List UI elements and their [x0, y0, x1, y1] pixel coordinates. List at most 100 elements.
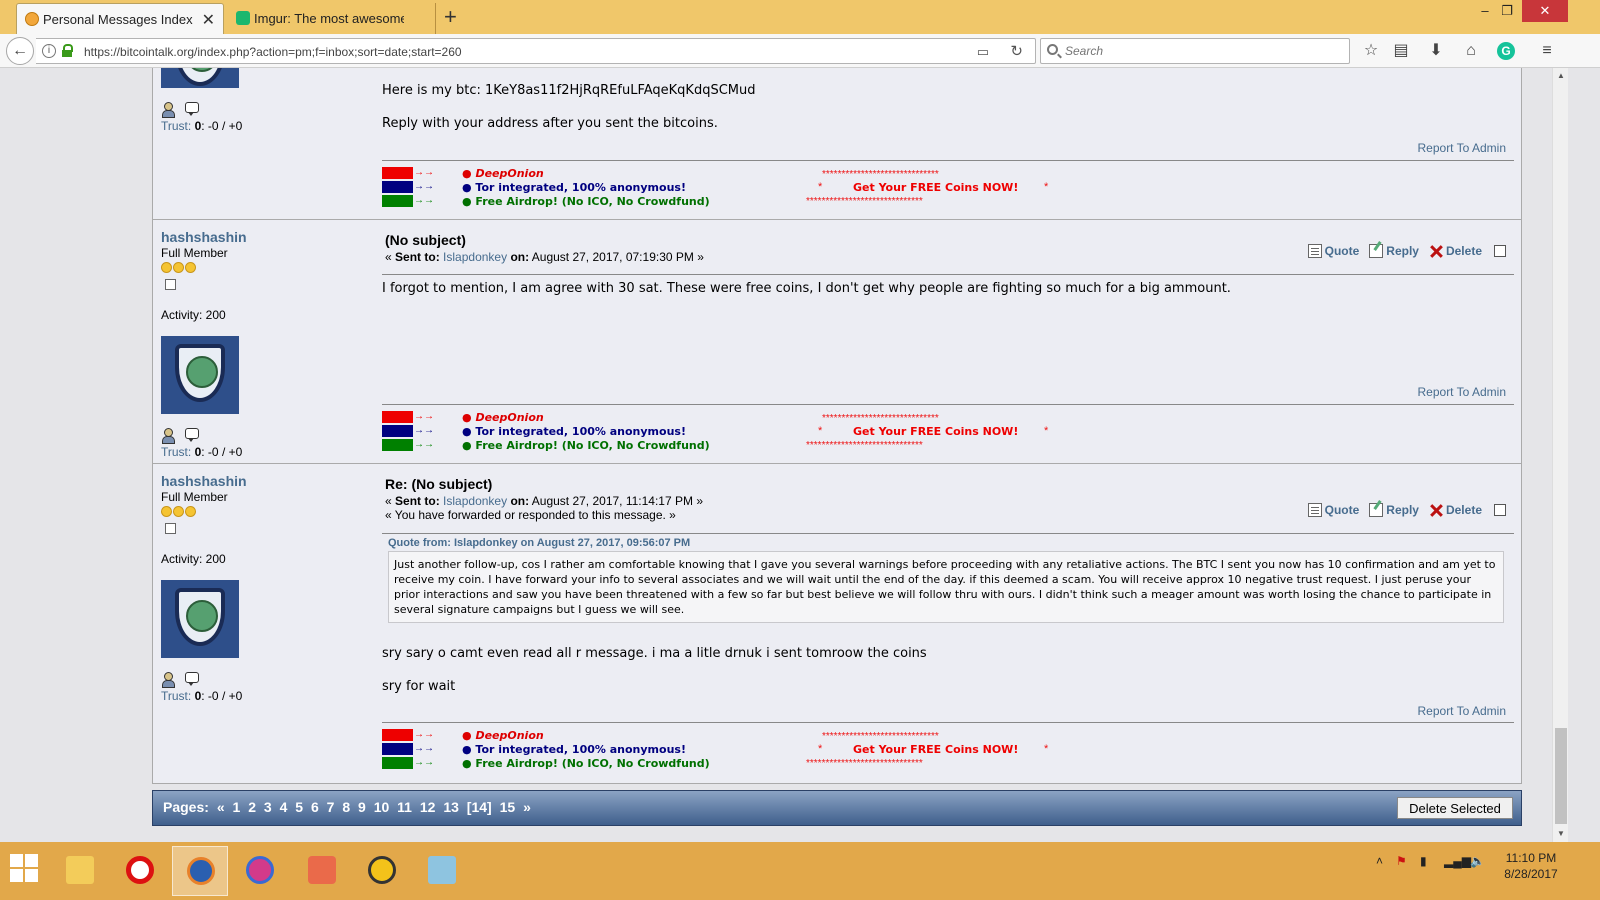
- battery-icon[interactable]: ▮: [1420, 854, 1427, 868]
- page-link[interactable]: 4: [280, 799, 288, 815]
- signal-icon[interactable]: ▂▄▆: [1444, 854, 1471, 868]
- page-link[interactable]: 8: [342, 799, 350, 815]
- opera-icon[interactable]: [112, 846, 168, 896]
- message-icon[interactable]: [184, 428, 199, 442]
- quote-button[interactable]: Quote: [1307, 244, 1359, 258]
- download-arrow-icon[interactable]: ⬇: [1425, 40, 1447, 62]
- reply-button[interactable]: Reply: [1369, 244, 1419, 258]
- windows-start-icon[interactable]: [10, 854, 40, 884]
- star-border-bottom: ******************************: [806, 440, 923, 451]
- home-icon[interactable]: ⌂: [1460, 40, 1482, 62]
- file-explorer-icon[interactable]: [52, 846, 108, 896]
- rank-stars: [161, 262, 371, 274]
- profile-icon[interactable]: [161, 672, 175, 688]
- message-icon[interactable]: [184, 102, 199, 116]
- signature-link-tor[interactable]: ● Tor integrated, 100% anonymous!: [462, 181, 686, 194]
- scrollbar-thumb[interactable]: [1555, 728, 1567, 824]
- scroll-down-icon[interactable]: ▼: [1553, 826, 1569, 842]
- signature-link-tor[interactable]: ● Tor integrated, 100% anonymous!: [462, 743, 686, 756]
- reader-view-icon[interactable]: ▭: [977, 44, 989, 60]
- free-coins-link[interactable]: Get Your FREE Coins NOW!: [853, 181, 1018, 194]
- info-icon[interactable]: i: [42, 44, 56, 58]
- signature-link-airdrop[interactable]: ● Free Airdrop! (No ICO, No Crowdfund): [462, 757, 710, 770]
- tab-imgur[interactable]: Imgur: The most awesome images on the In…: [228, 3, 436, 34]
- page-prev-link[interactable]: «: [217, 799, 225, 815]
- report-to-admin-link[interactable]: Report To Admin: [1418, 141, 1507, 155]
- quote-button[interactable]: Quote: [1307, 503, 1359, 517]
- bookmarks-library-icon[interactable]: ▤: [1390, 40, 1412, 62]
- reload-icon[interactable]: ↻: [1010, 42, 1023, 60]
- restore-icon[interactable]: ❐: [1492, 0, 1522, 22]
- signature-link-airdrop[interactable]: ● Free Airdrop! (No ICO, No Crowdfund): [462, 195, 710, 208]
- report-to-admin-link[interactable]: Report To Admin: [1418, 385, 1507, 399]
- signature-link-airdrop[interactable]: ● Free Airdrop! (No ICO, No Crowdfund): [462, 439, 710, 452]
- message-text: I forgot to mention, I am agree with 30 …: [382, 281, 1231, 296]
- profile-icon[interactable]: [161, 102, 175, 118]
- volume-icon[interactable]: 🔈: [1470, 854, 1485, 868]
- signature-link-tor[interactable]: ● Tor integrated, 100% anonymous!: [462, 425, 686, 438]
- select-message-checkbox[interactable]: [1494, 245, 1506, 257]
- forwarded-notice: « You have forwarded or responded to thi…: [385, 508, 676, 522]
- star-icon: [185, 262, 196, 273]
- page-link[interactable]: 11: [397, 799, 412, 815]
- page-next-link[interactable]: »: [523, 799, 531, 815]
- network-error-icon[interactable]: ⚑: [1396, 854, 1407, 868]
- close-window-icon[interactable]: ✕: [1522, 0, 1568, 22]
- quote-header-link[interactable]: Quote from: Islapdonkey on August 27, 20…: [388, 537, 1514, 549]
- url-text[interactable]: https://bitcointalk.org/index.php?action…: [84, 45, 462, 59]
- delete-button[interactable]: Delete: [1429, 503, 1482, 517]
- reply-button[interactable]: Reply: [1369, 503, 1419, 517]
- page-link[interactable]: 5: [295, 799, 303, 815]
- page-link[interactable]: 3: [264, 799, 272, 815]
- tray-chevron-up-icon[interactable]: ˄: [1376, 854, 1383, 868]
- page-link[interactable]: 12: [420, 799, 436, 815]
- page-link[interactable]: 10: [374, 799, 390, 815]
- poster-name-link[interactable]: hashshashin: [161, 473, 371, 489]
- quote-icon: [1307, 503, 1322, 517]
- app-notes-icon[interactable]: [414, 846, 470, 896]
- message-icon[interactable]: [184, 672, 199, 686]
- lock-icon[interactable]: [62, 44, 73, 58]
- poster-name-link[interactable]: hashshashin: [161, 229, 371, 245]
- delete-button[interactable]: Delete: [1429, 244, 1482, 258]
- red-bar: [382, 729, 413, 741]
- app-circle-icon[interactable]: [354, 846, 410, 896]
- page-link[interactable]: 7: [327, 799, 335, 815]
- signature-link-deeponion[interactable]: ● DeepOnion: [462, 411, 544, 424]
- page-link[interactable]: 2: [248, 799, 256, 815]
- select-message-checkbox[interactable]: [1494, 504, 1506, 516]
- report-to-admin-link[interactable]: Report To Admin: [1418, 704, 1507, 718]
- firefox-icon[interactable]: [172, 846, 228, 896]
- recipient-link[interactable]: Islapdonkey: [443, 250, 507, 264]
- grammarly-icon[interactable]: G: [1497, 42, 1515, 60]
- page-link[interactable]: 1: [233, 799, 241, 815]
- close-tab-icon[interactable]: ✕: [202, 10, 215, 30]
- url-bar[interactable]: i https://bitcointalk.org/index.php?acti…: [36, 38, 1036, 64]
- signature-link-deeponion[interactable]: ● DeepOnion: [462, 167, 544, 180]
- signature: →→ →→ →→ ● DeepOnion ● Tor integrated, 1…: [382, 160, 1514, 210]
- scroll-up-icon[interactable]: ▲: [1553, 68, 1569, 84]
- app-swirl-icon[interactable]: [232, 846, 288, 896]
- page-link[interactable]: 6: [311, 799, 319, 815]
- message-subject: Re: (No subject): [385, 476, 493, 492]
- system-clock[interactable]: 11:10 PM 8/28/2017: [1496, 850, 1566, 882]
- app-screen-icon[interactable]: [294, 846, 350, 896]
- green-bar: [382, 757, 413, 769]
- page-link[interactable]: 15: [500, 799, 516, 815]
- search-input[interactable]: [1065, 42, 1335, 60]
- profile-icon[interactable]: [161, 428, 175, 444]
- free-coins-link[interactable]: Get Your FREE Coins NOW!: [853, 743, 1018, 756]
- delete-selected-button[interactable]: Delete Selected: [1397, 797, 1513, 819]
- menu-hamburger-icon[interactable]: ≡: [1536, 40, 1558, 62]
- back-arrow-icon[interactable]: ←: [6, 37, 34, 65]
- tab-personal-messages[interactable]: Personal Messages Index ✕: [16, 3, 224, 34]
- recipient-link[interactable]: Islapdonkey: [443, 494, 507, 508]
- new-tab-icon[interactable]: +: [444, 4, 457, 30]
- signature-link-deeponion[interactable]: ● DeepOnion: [462, 729, 544, 742]
- free-coins-link[interactable]: Get Your FREE Coins NOW!: [853, 425, 1018, 438]
- page-link[interactable]: 9: [358, 799, 366, 815]
- page-link[interactable]: 13: [443, 799, 459, 815]
- vertical-scrollbar[interactable]: ▲ ▼: [1552, 68, 1568, 842]
- bookmark-star-icon[interactable]: ☆: [1360, 40, 1382, 62]
- search-bar[interactable]: [1040, 38, 1350, 64]
